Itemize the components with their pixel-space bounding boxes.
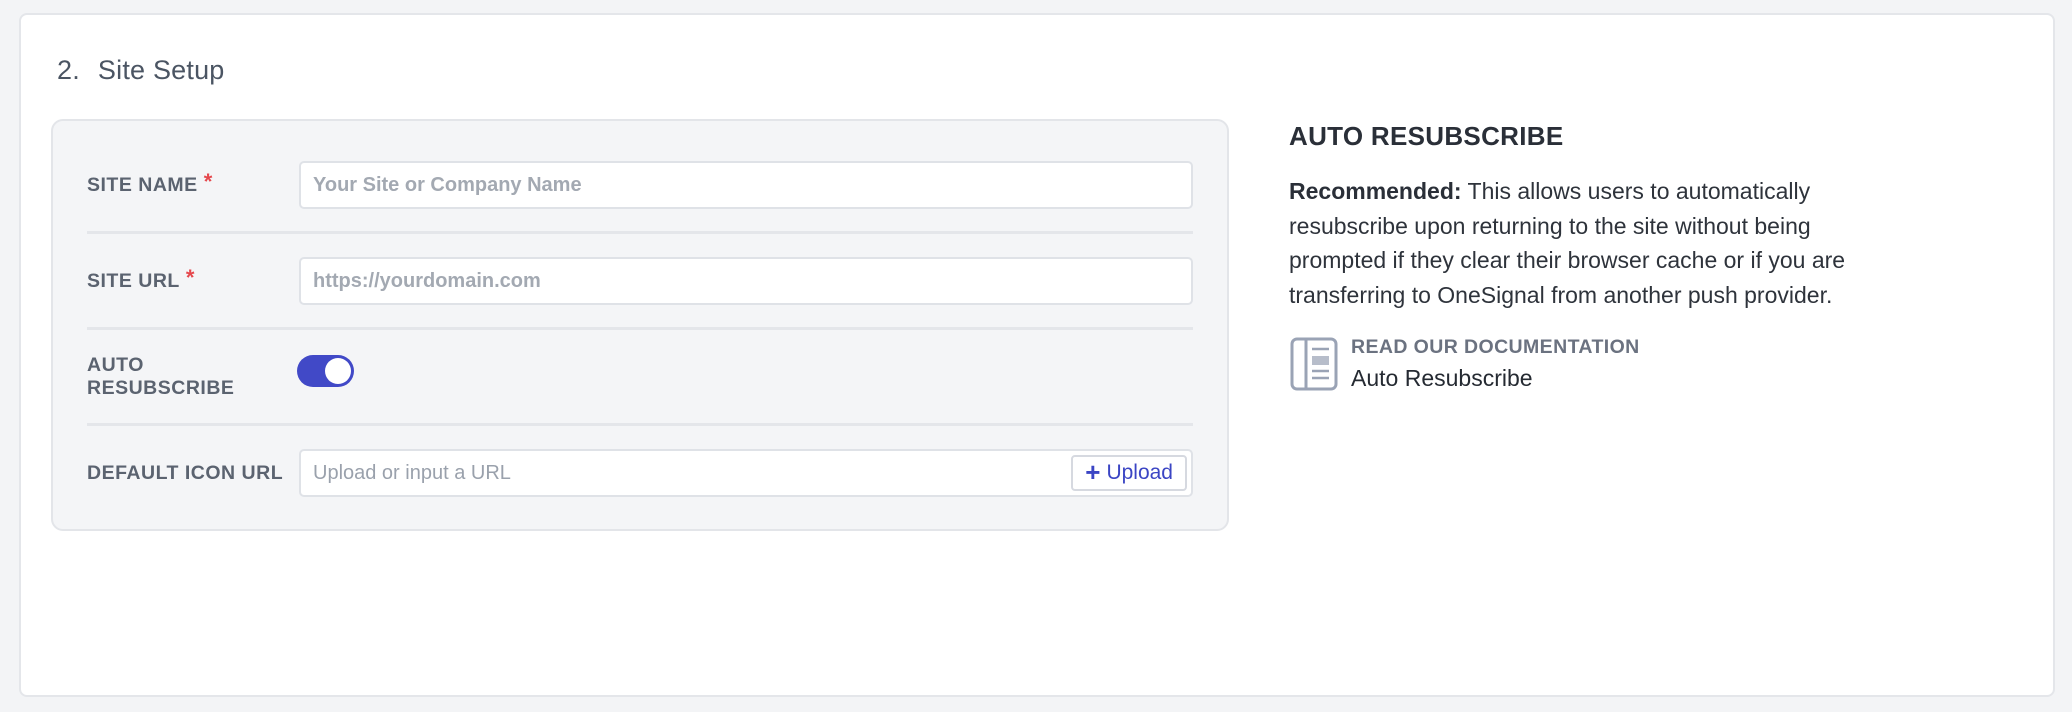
default-icon-url-label-text: DEFAULT ICON URL <box>87 461 284 484</box>
documentation-kicker: READ OUR DOCUMENTATION <box>1351 336 1640 358</box>
site-name-label-text: SITE NAME <box>87 173 198 196</box>
default-icon-url-row: DEFAULT ICON URL Upload or input a URL +… <box>87 425 1193 521</box>
section-title-text: Site Setup <box>97 55 225 85</box>
site-name-input[interactable]: Your Site or Company Name <box>299 161 1193 209</box>
site-url-label-text: SITE URL <box>87 269 180 292</box>
section-title: 2. Site Setup <box>57 55 225 86</box>
site-name-placeholder: Your Site or Company Name <box>313 173 582 196</box>
help-description-strong: Recommended: <box>1289 178 1462 204</box>
plus-icon: + <box>1085 457 1101 487</box>
site-url-placeholder: https://yourdomain.com <box>313 269 541 292</box>
site-setup-card: 2. Site Setup SITE NAME * Your Site or C… <box>19 13 2055 697</box>
section-number: 2. <box>57 55 80 85</box>
help-panel: AUTO RESUBSCRIBE Recommended: This allow… <box>1289 121 1909 392</box>
site-url-row: SITE URL * https://yourdomain.com <box>87 233 1193 329</box>
required-mark: * <box>185 265 195 290</box>
auto-resubscribe-toggle[interactable] <box>297 355 354 387</box>
site-name-row: SITE NAME * Your Site or Company Name <box>87 137 1193 233</box>
auto-resubscribe-label-text: AUTO RESUBSCRIBE <box>87 354 235 399</box>
site-name-label: SITE NAME * <box>87 169 299 197</box>
site-setup-form: SITE NAME * Your Site or Company Name SI… <box>51 119 1229 531</box>
site-url-input[interactable]: https://yourdomain.com <box>299 257 1193 305</box>
upload-button-label: Upload <box>1106 461 1173 484</box>
default-icon-url-placeholder: Upload or input a URL <box>313 461 511 484</box>
default-icon-url-label: DEFAULT ICON URL <box>87 462 299 485</box>
documentation-link[interactable]: READ OUR DOCUMENTATION Auto Resubscribe <box>1289 334 1909 392</box>
help-title: AUTO RESUBSCRIBE <box>1289 121 1564 151</box>
document-icon <box>1290 337 1338 391</box>
toggle-knob <box>325 358 351 384</box>
documentation-link-text[interactable]: Auto Resubscribe <box>1351 365 1640 392</box>
upload-button[interactable]: + Upload <box>1071 455 1187 491</box>
auto-resubscribe-row: AUTO RESUBSCRIBE <box>87 329 1193 425</box>
auto-resubscribe-label: AUTO RESUBSCRIBE <box>87 354 297 400</box>
default-icon-url-input[interactable]: Upload or input a URL + Upload <box>299 449 1193 497</box>
site-url-label: SITE URL * <box>87 265 299 293</box>
documentation-text: READ OUR DOCUMENTATION Auto Resubscribe <box>1351 334 1640 392</box>
required-mark: * <box>203 169 213 194</box>
help-description: Recommended: This allows users to automa… <box>1289 174 1909 312</box>
